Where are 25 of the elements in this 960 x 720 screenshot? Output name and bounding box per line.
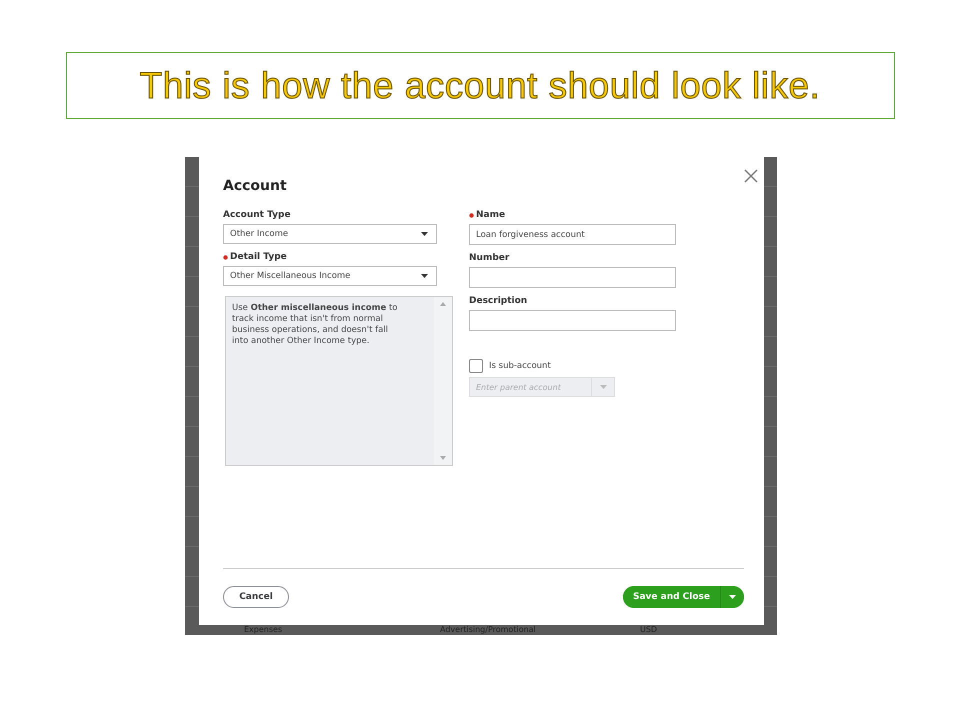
caret-icon	[600, 385, 606, 389]
dropdown-field[interactable]: Other Miscellaneous Income	[223, 266, 437, 286]
field-label: Detail Type	[230, 252, 287, 262]
input-field[interactable]	[469, 267, 676, 288]
caret-icon	[421, 232, 428, 236]
table-cell-text: USD	[640, 625, 658, 634]
caret-icon	[421, 274, 428, 278]
field-label: Name	[476, 210, 506, 220]
scrollbar-icon[interactable]	[434, 297, 452, 465]
dropdown-field[interactable]: Other Income	[223, 224, 437, 244]
input-field[interactable]: Loan forgiveness account	[469, 224, 676, 245]
close-icon[interactable]	[744, 169, 758, 183]
table-cell-text: Expenses	[244, 625, 284, 634]
dialog-title: Account	[223, 178, 288, 194]
slide-title: This is how the account should look like.	[140, 64, 820, 106]
table-cell-text: Advertising/Promotional	[440, 625, 537, 634]
field-label: Number	[469, 253, 510, 263]
detail-description: Use Other miscellaneous income to track income that isn't from normal business operations, and doesn't fall into another Other Income type.	[231, 302, 398, 348]
checkbox-label: Is sub-account	[489, 361, 551, 371]
field-label: Account Type	[223, 210, 291, 220]
checkbox[interactable]	[469, 359, 483, 373]
input-field[interactable]	[469, 310, 676, 331]
cancel-button[interactable]: Cancel	[223, 586, 289, 608]
caret-icon	[729, 595, 736, 599]
field-label: Description	[469, 296, 528, 306]
